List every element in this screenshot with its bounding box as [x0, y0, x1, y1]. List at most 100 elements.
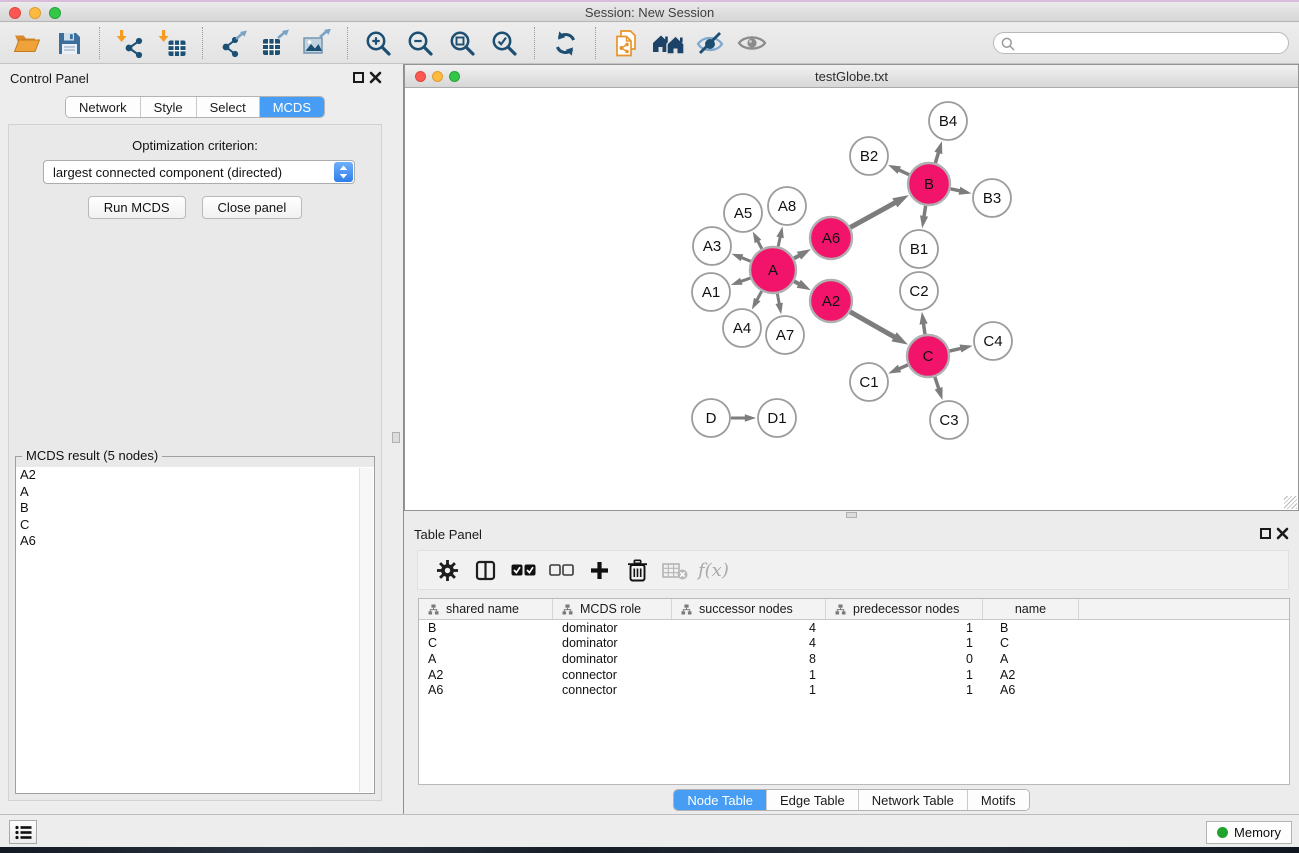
graph-node-A6[interactable]: A6 [810, 217, 852, 259]
zoom-in-button[interactable] [360, 25, 396, 61]
graph-edge-C-C4[interactable] [949, 344, 972, 352]
delete-table-button[interactable] [656, 552, 694, 588]
tab-select[interactable]: Select [196, 97, 259, 117]
graph-edge-A-A4[interactable] [752, 291, 762, 309]
column-header-shared-name[interactable]: shared name [419, 599, 553, 619]
run-mcds-button[interactable]: Run MCDS [88, 196, 186, 219]
table-settings-button[interactable] [428, 552, 466, 588]
show-panels-button[interactable] [9, 820, 37, 844]
graph-edge-A-A5[interactable] [753, 232, 762, 249]
graph-node-C4[interactable]: C4 [974, 322, 1012, 360]
table-row[interactable]: Bdominator41B [419, 620, 1289, 636]
zoom-selected-button[interactable] [486, 25, 522, 61]
column-header-MCDS-role[interactable]: MCDS role [553, 599, 672, 619]
result-scrollbar[interactable] [359, 468, 373, 792]
graph-edge-C-C2[interactable] [919, 312, 927, 334]
close-panel-mcds-button[interactable]: Close panel [202, 196, 303, 219]
graph-edge-A-A6[interactable] [794, 249, 811, 260]
graph-edge-C-C3[interactable] [935, 377, 943, 400]
new-network-from-selection-button[interactable] [608, 25, 644, 61]
graph-node-A[interactable]: A [750, 247, 796, 293]
graph-node-A4[interactable]: A4 [723, 309, 761, 347]
graph-edge-C-C1[interactable] [888, 365, 908, 374]
graph-node-B3[interactable]: B3 [973, 179, 1011, 217]
graph-edge-B-B1[interactable] [920, 206, 928, 229]
tab-edge-table[interactable]: Edge Table [766, 790, 858, 810]
network-window-titlebar[interactable]: testGlobe.txt [405, 65, 1298, 88]
network-canvas[interactable]: B4B2BB3A8A5A6A3B1AC2A1A2A4A7C4CC1C3DD1 [405, 89, 1298, 510]
select-all-button[interactable] [504, 552, 542, 588]
graph-node-B1[interactable]: B1 [900, 230, 938, 268]
import-table-button[interactable] [154, 25, 190, 61]
show-graphics-details-button[interactable] [734, 25, 770, 61]
first-neighbors-button[interactable] [650, 25, 686, 61]
graph-node-A8[interactable]: A8 [768, 187, 806, 225]
export-image-button[interactable] [299, 25, 335, 61]
zoom-out-button[interactable] [402, 25, 438, 61]
session-search-input[interactable] [1018, 34, 1280, 52]
graph-node-C3[interactable]: C3 [930, 401, 968, 439]
column-header-name[interactable]: name [983, 599, 1079, 619]
criterion-dropdown[interactable]: largest connected component (directed) [43, 160, 355, 184]
close-panel-button[interactable] [369, 71, 382, 84]
graph-edge-A-A3[interactable] [732, 254, 751, 262]
delete-column-button[interactable] [618, 552, 656, 588]
hide-graphics-details-button[interactable] [692, 25, 728, 61]
show-columns-button[interactable] [466, 552, 504, 588]
float-table-panel-button[interactable] [1260, 528, 1271, 539]
table-row[interactable]: Cdominator41C [419, 636, 1289, 652]
graph-edge-B-B4[interactable] [934, 141, 942, 163]
export-network-button[interactable] [215, 25, 251, 61]
result-item[interactable]: A [16, 484, 374, 501]
result-item[interactable]: C [16, 517, 374, 534]
graph-edge-A-A7[interactable] [775, 294, 782, 315]
tab-node-table[interactable]: Node Table [674, 790, 766, 810]
graph-node-C1[interactable]: C1 [850, 363, 888, 401]
tab-network-table[interactable]: Network Table [858, 790, 967, 810]
tab-motifs[interactable]: Motifs [967, 790, 1029, 810]
column-header-successor-nodes[interactable]: successor nodes [672, 599, 826, 619]
result-item[interactable]: B [16, 500, 374, 517]
graph-node-B[interactable]: B [908, 163, 950, 205]
function-builder-button[interactable]: f(x) [698, 560, 729, 581]
open-file-button[interactable] [9, 25, 45, 61]
table-row[interactable]: A6connector11A6 [419, 682, 1289, 698]
save-session-button[interactable] [51, 25, 87, 61]
graph-edge-A-A1[interactable] [731, 278, 751, 285]
graph-edge-B-B3[interactable] [950, 187, 971, 195]
horizontal-split-divider[interactable] [404, 511, 1299, 520]
graph-node-A3[interactable]: A3 [693, 227, 731, 265]
column-header-predecessor-nodes[interactable]: predecessor nodes [826, 599, 983, 619]
vertical-split-divider[interactable] [390, 64, 404, 814]
tab-network[interactable]: Network [66, 97, 140, 117]
tab-mcds[interactable]: MCDS [259, 97, 324, 117]
graph-node-B4[interactable]: B4 [929, 102, 967, 140]
graph-edge-A2-C[interactable] [850, 312, 908, 345]
graph-node-A2[interactable]: A2 [810, 280, 852, 322]
export-table-button[interactable] [257, 25, 293, 61]
zoom-fit-button[interactable] [444, 25, 480, 61]
deselect-all-button[interactable] [542, 552, 580, 588]
window-resize-handle[interactable] [1284, 496, 1297, 509]
graph-node-C[interactable]: C [907, 335, 949, 377]
graph-node-A1[interactable]: A1 [692, 273, 730, 311]
graph-node-A5[interactable]: A5 [724, 194, 762, 232]
refresh-view-button[interactable] [547, 25, 583, 61]
graph-edge-A6-B[interactable] [850, 195, 909, 227]
close-table-panel-button[interactable] [1276, 527, 1289, 540]
memory-button[interactable]: Memory [1206, 821, 1292, 844]
add-column-button[interactable] [580, 552, 618, 588]
result-item[interactable]: A6 [16, 533, 374, 550]
graph-edge-D-D1[interactable] [731, 414, 756, 422]
float-panel-button[interactable] [353, 72, 364, 83]
tab-style[interactable]: Style [140, 97, 196, 117]
graph-node-D[interactable]: D [692, 399, 730, 437]
table-row[interactable]: Adominator80A [419, 651, 1289, 667]
import-network-button[interactable] [112, 25, 148, 61]
result-item[interactable]: A2 [16, 467, 374, 484]
split-grip[interactable] [846, 512, 857, 518]
graph-edge-A-A2[interactable] [794, 280, 811, 290]
graph-node-A7[interactable]: A7 [766, 316, 804, 354]
graph-node-D1[interactable]: D1 [758, 399, 796, 437]
graph-edge-B-B2[interactable] [888, 165, 909, 175]
